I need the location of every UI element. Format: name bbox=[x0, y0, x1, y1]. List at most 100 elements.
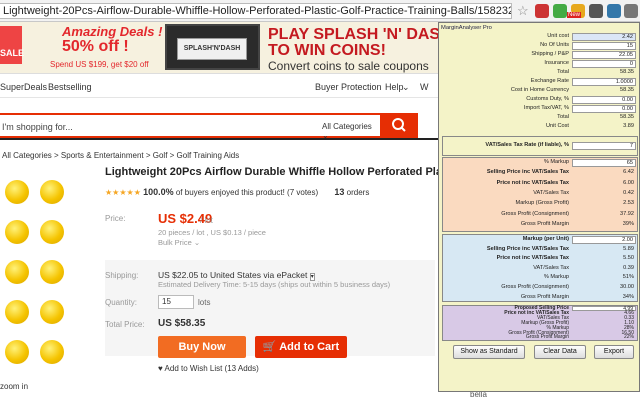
shipping-label: Shipping: bbox=[105, 271, 139, 280]
search-button[interactable] bbox=[382, 113, 418, 138]
product-image-ball bbox=[40, 340, 64, 364]
analyser-value: 6.42 bbox=[623, 169, 634, 176]
product-image-ball bbox=[5, 260, 29, 284]
analyser-row-label: Total bbox=[557, 69, 569, 75]
product-image-ball bbox=[40, 300, 64, 324]
analyser-row: Unit cost 2.42 bbox=[439, 33, 639, 41]
analyser-value: 34% bbox=[622, 293, 634, 300]
product-image-ball bbox=[5, 340, 29, 364]
analyser-row: Cost in Home Currency 58.35 bbox=[439, 87, 639, 95]
analyser-row-label: Markup (per Unit) bbox=[522, 236, 569, 242]
analyser-input[interactable]: 0 bbox=[572, 60, 636, 68]
product-image-ball bbox=[5, 180, 29, 204]
buy-now-button[interactable]: Buy Now bbox=[158, 336, 246, 358]
menu-icon[interactable] bbox=[624, 4, 638, 18]
search-input[interactable]: I'm shopping for... All Categories ⌄ bbox=[0, 113, 382, 140]
search-placeholder: I'm shopping for... bbox=[2, 122, 73, 132]
game-logo: SPLASH'N'DASH bbox=[183, 45, 241, 52]
clear-data-button[interactable]: Clear Data bbox=[534, 345, 586, 359]
extension-icon-4[interactable] bbox=[589, 4, 603, 18]
analyser-row: Total 58.35 bbox=[439, 69, 639, 77]
orders-label: orders bbox=[346, 188, 370, 197]
analyser-row: Import Tax/VAT, % 0.00 bbox=[439, 105, 639, 113]
analyser-row-label: Selling Price inc VAT/Sales Tax bbox=[486, 169, 569, 176]
search-bar: I'm shopping for... All Categories ⌄ bbox=[0, 113, 450, 140]
nav-help[interactable]: Help bbox=[385, 82, 404, 92]
sale-badge: SALE bbox=[0, 26, 24, 64]
analyser-row-label: Unit Cost bbox=[545, 123, 569, 129]
extension-icon-1[interactable] bbox=[535, 4, 549, 18]
price-unit: / lot bbox=[200, 216, 213, 225]
analyser-row: VAT/Sales Tax 0.39 bbox=[439, 265, 639, 273]
shipping-value[interactable]: US $22.05 to United States via ePacket ▾ bbox=[158, 270, 315, 281]
extension-badge: New bbox=[567, 12, 582, 18]
breadcrumb[interactable]: All Categories > Sports & Entertainment … bbox=[2, 151, 239, 160]
analyser-row-label: Price not inc VAT/Sales Tax bbox=[496, 255, 569, 262]
analyser-row-label: Gross Profit (Consignment) bbox=[501, 210, 569, 217]
analyser-row: Gross Profit (Consignment) 37.92 bbox=[439, 211, 639, 219]
analyser-row-label: VAT/Sales Tax bbox=[533, 189, 569, 196]
analyser-row: Unit Cost 3.89 bbox=[439, 123, 639, 131]
browser-toolbar: Lightweight-20Pcs-Airflow-Durable-Whiffl… bbox=[0, 0, 640, 22]
extension-icon-2[interactable] bbox=[553, 4, 567, 18]
analyser-input[interactable]: 1.0000 bbox=[572, 78, 636, 86]
extension-icon-5[interactable] bbox=[607, 4, 621, 18]
analyser-row: Price not inc VAT/Sales Tax 5.50 bbox=[439, 255, 639, 263]
nav-buyer-protection[interactable]: Buyer Protection bbox=[315, 82, 382, 92]
analyser-row: Exchange Rate 1.0000 bbox=[439, 78, 639, 86]
analyser-row-label: Total bbox=[557, 114, 569, 120]
show-as-standard-button[interactable]: Show as Standard bbox=[453, 345, 525, 359]
rating-text: of buyers enjoyed this product! (7 votes… bbox=[175, 188, 319, 197]
add-to-wishlist-link[interactable]: ♥ Add to Wish List (13 Adds) bbox=[158, 364, 259, 373]
analyser-value: 5.89 bbox=[623, 245, 634, 252]
nav-wishlist[interactable]: W bbox=[420, 82, 429, 92]
analyser-row: Total 58.35 bbox=[439, 114, 639, 122]
analyser-input[interactable]: 0.00 bbox=[572, 105, 636, 113]
export-button[interactable]: Export bbox=[594, 345, 634, 359]
analyser-value: 0.42 bbox=[623, 189, 634, 196]
analyser-row-label: Gross Profit Margin bbox=[520, 293, 569, 300]
analyser-value: 2.53 bbox=[623, 200, 634, 207]
analyser-row: No Of Units 15 bbox=[439, 42, 639, 50]
analyser-value: 30.00 bbox=[620, 284, 634, 290]
analyser-input[interactable]: 7 bbox=[572, 142, 636, 150]
analyser-input[interactable]: 15 bbox=[572, 42, 636, 50]
analyser-input[interactable]: 2.42 bbox=[572, 33, 636, 41]
game-thumbnail: SPLASH'N'DASH bbox=[165, 24, 260, 70]
analyser-row: Insurance 0 bbox=[439, 60, 639, 68]
bookmark-star-icon[interactable]: ☆ bbox=[517, 3, 529, 19]
deal-headline: Amazing Deals ! bbox=[62, 24, 163, 39]
quantity-input[interactable]: 15 bbox=[158, 295, 194, 309]
analyser-value: 37.92 bbox=[620, 210, 634, 217]
analyser-input[interactable]: 0.00 bbox=[572, 96, 636, 104]
analyser-row: Gross Profit Margin 22% bbox=[439, 335, 639, 340]
product-image-ball bbox=[40, 220, 64, 244]
product-rating[interactable]: ★★★★★ 100.0% of buyers enjoyed this prod… bbox=[105, 187, 369, 197]
add-to-cart-button[interactable]: 🛒 Add to Cart bbox=[255, 336, 347, 358]
address-bar[interactable]: Lightweight-20Pcs-Airflow-Durable-Whiffl… bbox=[0, 3, 512, 19]
zoom-link[interactable]: zoom in bbox=[0, 382, 28, 391]
analyser-row: VAT/Sales Tax 0.42 bbox=[439, 190, 639, 198]
analyser-row-label: Insurance bbox=[544, 60, 569, 66]
analyser-value: 22% bbox=[623, 334, 634, 341]
analyser-input[interactable]: 2.00 bbox=[572, 236, 636, 244]
analyser-input[interactable]: 65 bbox=[572, 159, 636, 167]
analyser-row-label: Shipping / P&P bbox=[531, 51, 569, 57]
analyser-row: Markup (per Unit) 2.00 bbox=[439, 236, 639, 244]
analyser-row-label: Unit cost bbox=[547, 33, 569, 39]
nav-superdeals[interactable]: SuperDeals bbox=[0, 82, 47, 92]
nav-bestselling[interactable]: Bestselling bbox=[48, 82, 92, 92]
analyser-title: MarginAnalyser Pro bbox=[441, 25, 492, 31]
chevron-down-icon: ⌄ bbox=[402, 82, 410, 92]
product-image[interactable] bbox=[0, 168, 95, 398]
analyser-row-label: % Markup bbox=[543, 159, 569, 165]
bulk-price-link[interactable]: Bulk Price ⌄ bbox=[158, 238, 200, 247]
analyser-input[interactable]: 22.05 bbox=[572, 51, 636, 59]
analyser-row-label: % Markup bbox=[543, 274, 569, 281]
analyser-row: VAT/Sales Tax Rate (if liable), % 7 bbox=[439, 142, 639, 150]
product-image-ball bbox=[40, 180, 64, 204]
analyser-row-label: Gross Profit (Consignment) bbox=[501, 284, 569, 290]
search-icon bbox=[392, 118, 406, 132]
analyser-row-label: Gross Profit Margin bbox=[520, 220, 569, 227]
analyser-row-label: No Of Units bbox=[540, 42, 569, 48]
